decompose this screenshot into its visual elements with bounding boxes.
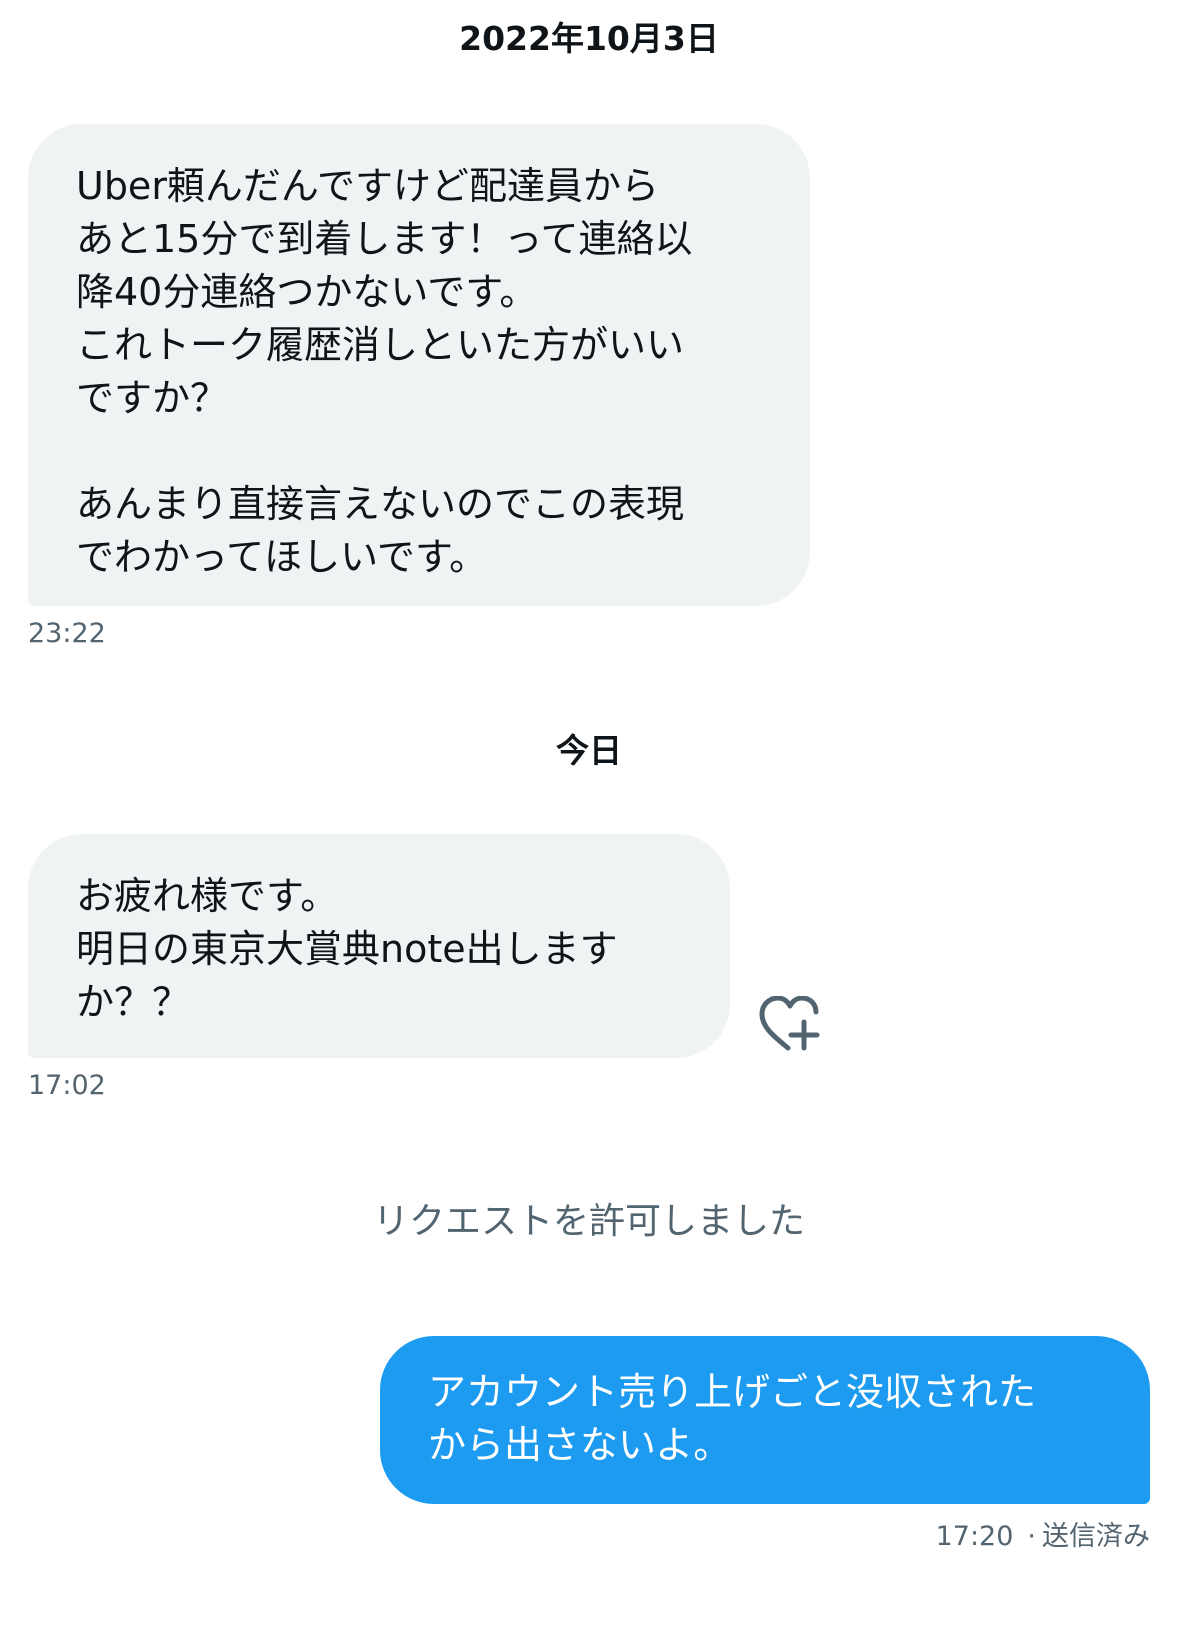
heart-plus-icon[interactable] [758, 995, 822, 1056]
received-message-bubble[interactable]: お疲れ様です。 明日の東京大賞典note出します か？？ [28, 834, 730, 1058]
message-timestamp: 23:22 [28, 618, 106, 649]
sent-message-meta: 17:20 · 送信済み [936, 1514, 1150, 1553]
sent-message-bubble[interactable]: アカウント売り上げごと没収された から出さないよ。 [380, 1336, 1150, 1504]
message-timestamp: 17:02 [28, 1070, 106, 1101]
date-separator-today: 今日 [556, 731, 622, 770]
request-accepted-note: リクエストを許可しました [372, 1201, 805, 1242]
message-timestamp: 17:20 [935, 1521, 1014, 1552]
meta-separator: · [1027, 1521, 1036, 1552]
received-message-bubble[interactable]: Uber頼んだんですけど配達員から あと15分で到着します！って連絡以 降40分… [28, 124, 810, 606]
delivery-status: 送信済み [1042, 1521, 1150, 1552]
date-separator: 2022年10月3日 [459, 19, 719, 58]
